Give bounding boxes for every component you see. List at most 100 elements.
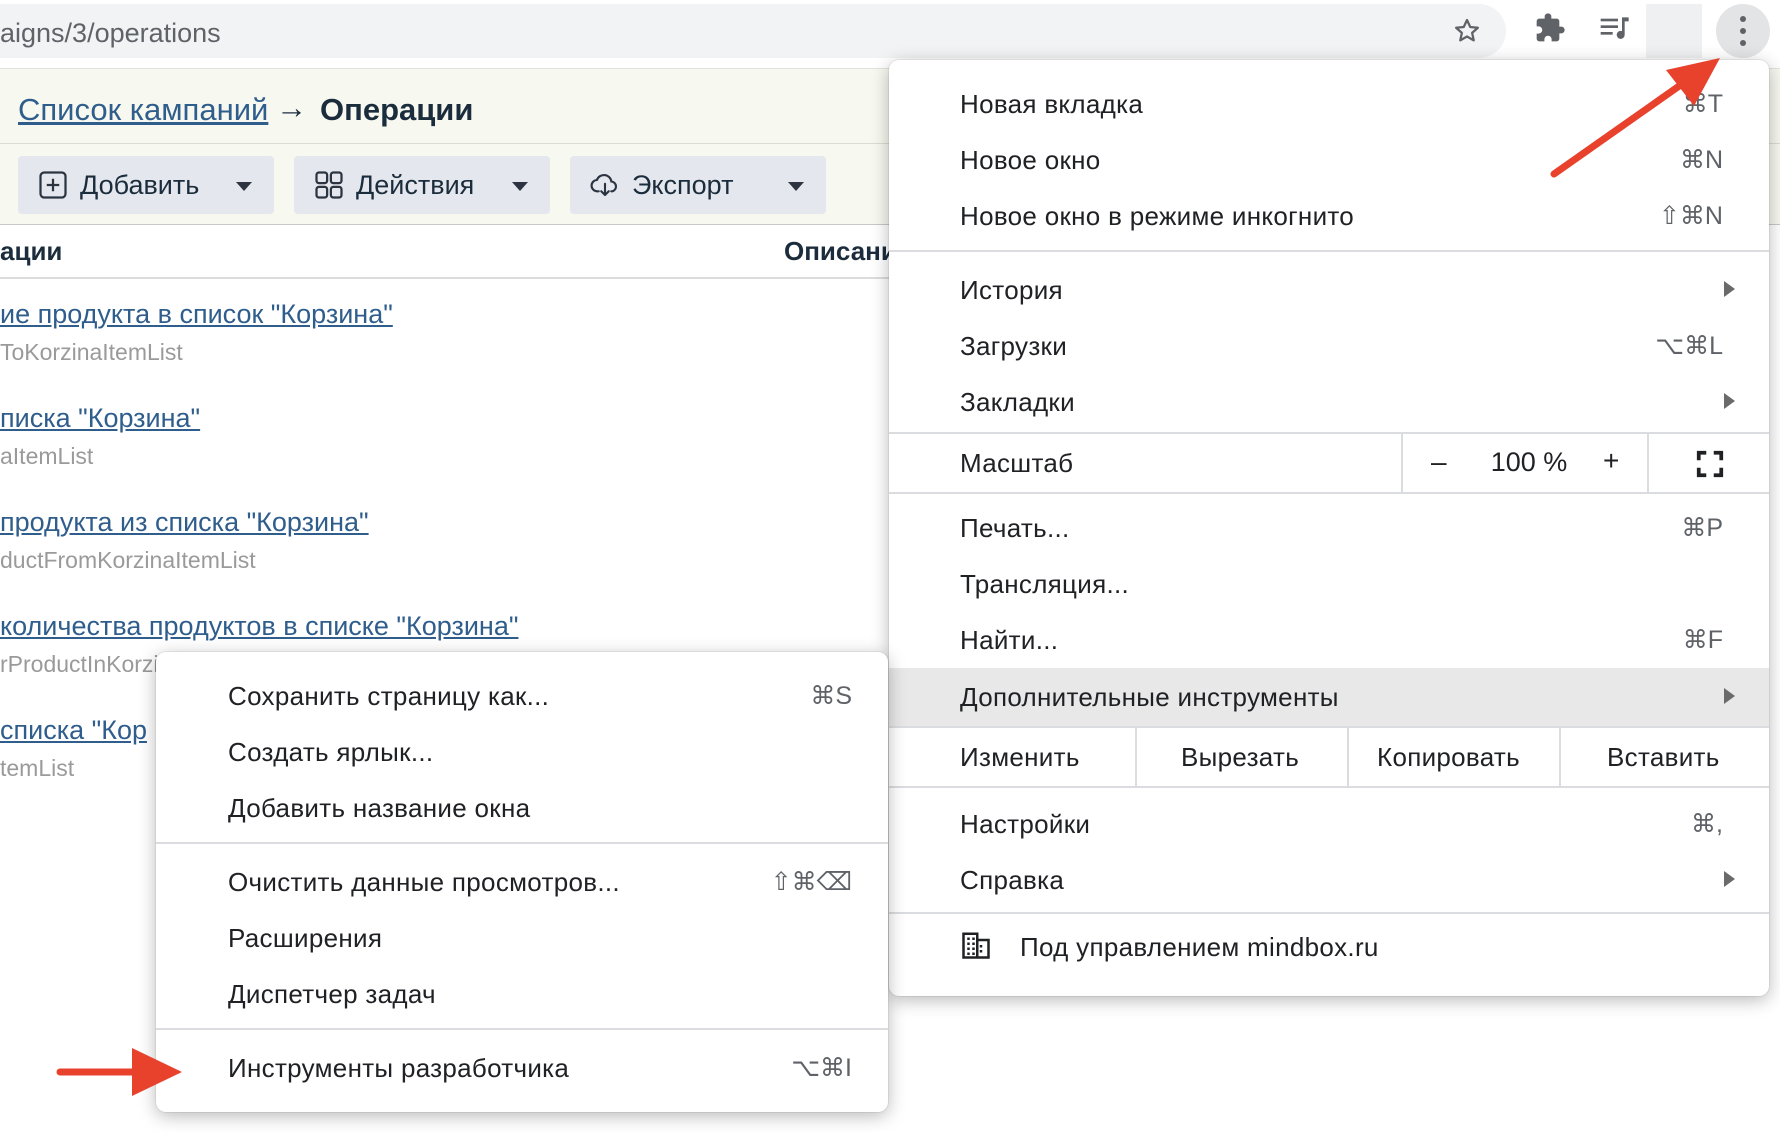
menu-item-label: Дополнительные инструменты: [960, 682, 1339, 712]
menu-item-clear-data[interactable]: Очистить данные просмотров... ⇧⌘⌫: [156, 856, 888, 908]
address-bar[interactable]: aigns/3/operations: [0, 4, 1506, 58]
add-button-label: Добавить: [80, 170, 200, 200]
submenu-arrow-icon: [1724, 281, 1735, 297]
more-tools-submenu: Сохранить страницу как... ⌘S Создать ярл…: [156, 652, 888, 1112]
menu-item-bookmarks[interactable]: Закладки: [889, 376, 1769, 428]
menu-item-name-window[interactable]: Добавить название окна: [156, 782, 888, 834]
operation-system-name: ductFromKorzinaItemList: [0, 547, 256, 573]
column-header-description[interactable]: Описани: [784, 236, 897, 267]
annotation-arrow-devtools-icon: [56, 1048, 182, 1096]
menu-item-create-shortcut[interactable]: Создать ярлык...: [156, 726, 888, 778]
export-button[interactable]: Экспорт: [570, 156, 826, 214]
menu-item-find[interactable]: Найти... ⌘F: [889, 614, 1769, 666]
operation-system-name: temList: [0, 755, 75, 781]
export-button-label: Экспорт: [632, 170, 734, 200]
menu-item-history[interactable]: История: [889, 264, 1769, 316]
bookmark-star-icon[interactable]: [1452, 16, 1482, 46]
menu-item-task-manager[interactable]: Диспетчер задач: [156, 968, 888, 1020]
cloud-download-icon: [590, 173, 618, 197]
menu-item-shortcut: ⇧⌘N: [1658, 202, 1723, 230]
copy-label: Копировать: [1377, 742, 1520, 772]
menu-item-cast[interactable]: Трансляция...: [889, 558, 1769, 610]
menu-item-label: Диспетчер задач: [228, 979, 436, 1009]
menu-item-developer-tools[interactable]: Инструменты разработчика ⌥⌘I: [156, 1042, 888, 1094]
menu-item-managed-by[interactable]: Под управлением mindbox.ru: [889, 914, 1769, 978]
chrome-main-menu: Новая вкладка ⌘T Новое окно ⌘N Новое окн…: [889, 60, 1769, 996]
grid-icon: [315, 171, 343, 199]
menu-item-label: Сохранить страницу как...: [228, 681, 550, 711]
menu-item-more-tools[interactable]: Дополнительные инструменты: [889, 668, 1769, 726]
paste-button[interactable]: Вставить: [1559, 728, 1769, 786]
menu-dot-icon: [1740, 16, 1746, 22]
menu-item-print[interactable]: Печать... ⌘P: [889, 502, 1769, 554]
submenu-arrow-icon: [1724, 688, 1735, 704]
menu-item-help[interactable]: Справка: [889, 854, 1769, 906]
breadcrumb-campaigns-link[interactable]: Список кампаний: [18, 92, 268, 128]
menu-item-label: Справка: [960, 865, 1065, 895]
menu-item-label: Под управлением mindbox.ru: [1020, 932, 1379, 962]
menu-item-settings[interactable]: Настройки ⌘,: [889, 798, 1769, 850]
submenu-arrow-icon: [1724, 871, 1735, 887]
submenu-arrow-icon: [1724, 393, 1735, 409]
menu-separator: [889, 492, 1769, 494]
url-text[interactable]: aigns/3/operations: [0, 18, 221, 49]
plus-square-icon: [39, 171, 67, 199]
menu-separator: [156, 842, 888, 844]
fullscreen-button[interactable]: [1647, 434, 1769, 492]
menu-item-label: Печать...: [960, 513, 1070, 543]
cut-label: Вырезать: [1181, 742, 1300, 772]
menu-item-label: История: [960, 275, 1063, 305]
menu-item-label: Расширения: [228, 923, 383, 953]
menu-separator: [889, 726, 1769, 728]
page-title: Операции: [320, 92, 474, 127]
menu-item-edit: Изменить Вырезать Копировать Вставить: [889, 728, 1769, 786]
operation-link[interactable]: списка "Кор: [0, 715, 147, 746]
menu-item-label: Новая вкладка: [960, 89, 1144, 119]
zoom-in-button[interactable]: +: [1603, 445, 1619, 477]
column-header-name[interactable]: ации: [0, 236, 62, 267]
menu-item-incognito[interactable]: Новое окно в режиме инкогнито ⇧⌘N: [889, 190, 1769, 242]
menu-item-label: Масштаб: [960, 448, 1074, 478]
menu-item-shortcut: ⇧⌘⌫: [770, 868, 852, 896]
menu-separator: [889, 786, 1769, 788]
operation-system-name: ToKorzinaItemList: [0, 339, 183, 365]
zoom-controls: – 100 % +: [1401, 434, 1769, 492]
menu-item-shortcut: ⌥⌘I: [791, 1054, 852, 1082]
operation-link[interactable]: ие продукта в список "Корзина": [0, 299, 393, 330]
copy-button[interactable]: Копировать: [1347, 728, 1559, 786]
menu-separator: [156, 1028, 888, 1030]
add-button[interactable]: Добавить: [18, 156, 274, 214]
menu-item-zoom: Масштаб – 100 % +: [889, 434, 1769, 492]
operation-link[interactable]: продукта из списка "Корзина": [0, 507, 369, 538]
chevron-down-icon: [236, 182, 252, 191]
menu-item-label: Новое окно: [960, 145, 1101, 175]
menu-item-label: Создать ярлык...: [228, 737, 434, 767]
chevron-down-icon: [788, 182, 804, 191]
fullscreen-icon: [1696, 450, 1724, 478]
menu-item-save-page[interactable]: Сохранить страницу как... ⌘S: [156, 670, 888, 722]
menu-item-label: Инструменты разработчика: [228, 1053, 570, 1083]
menu-item-label: Трансляция...: [960, 569, 1130, 599]
operation-link[interactable]: количества продуктов в списке "Корзина": [0, 611, 518, 642]
operation-link[interactable]: писка "Корзина": [0, 403, 200, 434]
zoom-out-button[interactable]: –: [1431, 446, 1447, 478]
menu-item-shortcut: ⌥⌘L: [1655, 332, 1723, 360]
menu-item-label: Добавить название окна: [228, 793, 531, 823]
menu-item-label: Изменить: [960, 742, 1080, 772]
annotation-arrow-menu-icon: [1550, 58, 1720, 178]
menu-separator: [889, 250, 1769, 252]
menu-item-shortcut: ⌘S: [810, 682, 852, 710]
menu-item-downloads[interactable]: Загрузки ⌥⌘L: [889, 320, 1769, 372]
menu-item-label: Закладки: [960, 387, 1075, 417]
menu-item-label: Загрузки: [960, 331, 1068, 361]
actions-button[interactable]: Действия: [294, 156, 550, 214]
menu-dot-icon: [1740, 28, 1746, 34]
menu-item-label: Новое окно в режиме инкогнито: [960, 201, 1355, 231]
menu-item-label: Настройки: [960, 809, 1091, 839]
browser-toolbar: aigns/3/operations: [0, 0, 1780, 66]
menu-item-shortcut: ⌘P: [1681, 514, 1723, 542]
menu-item-extensions[interactable]: Расширения: [156, 912, 888, 964]
cut-button[interactable]: Вырезать: [1135, 728, 1347, 786]
paste-label: Вставить: [1607, 742, 1720, 772]
menu-item-label: Найти...: [960, 625, 1059, 655]
